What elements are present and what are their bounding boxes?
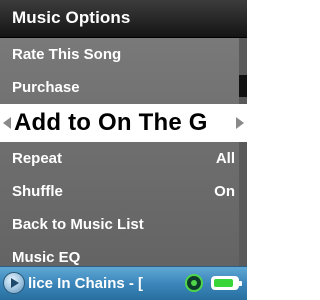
menu-item-label: Rate This Song	[12, 46, 122, 63]
sync-icon	[185, 274, 203, 292]
menu-item-label: Add to On The G	[14, 109, 208, 136]
title-bar: Music Options	[0, 0, 247, 38]
now-playing-text: lice In Chains - [	[28, 275, 144, 292]
menu-item-repeat[interactable]: Repeat All	[0, 142, 247, 175]
menu-item-label: Shuffle	[12, 183, 63, 200]
chevron-right-icon[interactable]	[236, 117, 244, 129]
menu-item-shuffle[interactable]: Shuffle On	[0, 175, 247, 208]
menu-item-back-to-music-list[interactable]: Back to Music List	[0, 208, 247, 241]
menu-item-rate-this-song[interactable]: Rate This Song	[0, 38, 247, 71]
menu-item-label: Purchase	[12, 79, 80, 96]
battery-fill	[214, 279, 233, 287]
battery-icon	[211, 276, 242, 290]
music-options-screen: Music Options Rate This Song Purchase Ad…	[0, 0, 247, 300]
page-title: Music Options	[12, 8, 131, 27]
now-playing-bar[interactable]: lice In Chains - [	[0, 266, 247, 300]
shuffle-value: On	[214, 183, 235, 200]
menu-item-add-to-on-the-go[interactable]: Add to On The G	[0, 104, 247, 142]
menu-item-label: Music EQ	[12, 249, 81, 266]
menu-item-label: Back to Music List	[12, 216, 144, 233]
repeat-value: All	[215, 150, 235, 167]
play-icon[interactable]	[3, 272, 25, 294]
menu-item-purchase[interactable]: Purchase	[0, 71, 247, 104]
menu-item-label: Repeat	[12, 150, 63, 167]
chevron-left-icon[interactable]	[3, 117, 11, 129]
